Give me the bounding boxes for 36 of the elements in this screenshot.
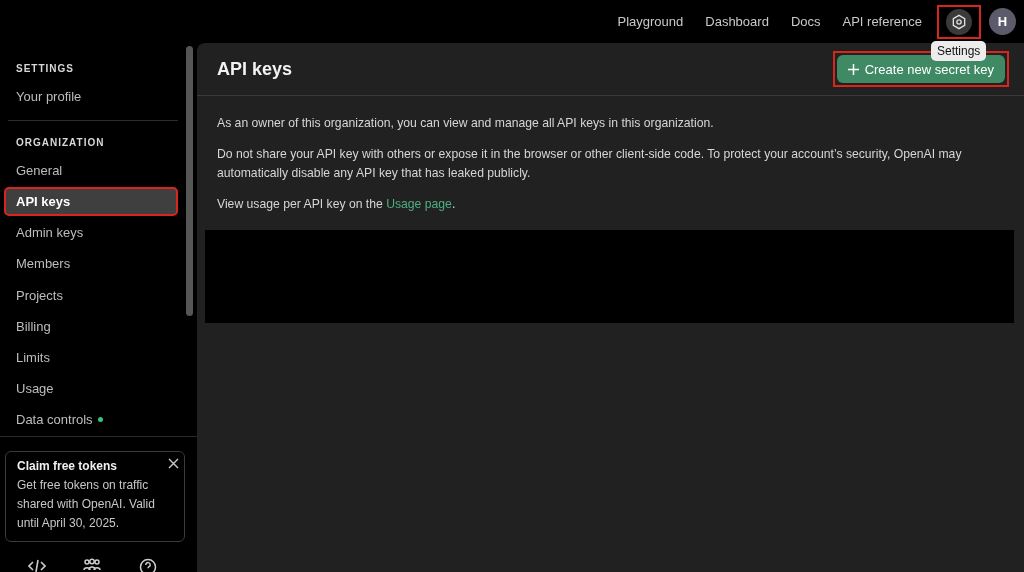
sidebar-item[interactable]: Projects <box>4 280 178 310</box>
nav-link[interactable]: Dashboard <box>694 14 780 29</box>
settings-icon <box>951 13 967 30</box>
info-paragraph: As an owner of this organization, you can view and manage all API keys in this organization. <box>217 115 715 132</box>
nav-link[interactable]: API reference <box>831 14 933 29</box>
footer-button[interactable] <box>83 558 104 572</box>
sidebar-item[interactable]: Your profile <box>4 82 178 112</box>
section-heading: SETTINGS <box>15 62 75 76</box>
sidebar-item[interactable]: Admin keys <box>4 218 178 248</box>
close-button[interactable] <box>168 458 180 470</box>
settings-tooltip: Settings <box>931 40 987 61</box>
sidebar-item[interactable]: Usage <box>4 373 178 403</box>
sidebar-item[interactable]: Limits <box>4 342 178 372</box>
usage-note: View usage per API key on the Usage page. <box>217 196 457 213</box>
footer-button[interactable] <box>27 558 48 572</box>
sidebar-item[interactable]: Data controls <box>4 404 178 435</box>
sidebar-item[interactable]: Members <box>4 249 178 279</box>
page-title: API keys <box>217 58 293 80</box>
sidebar-item[interactable]: Billing <box>4 311 178 341</box>
promo-title: Claim free tokens <box>17 459 119 473</box>
promo-text: Get free tokens on traffic shared with OpenAI. Valid until April 30, 2025. <box>17 477 156 532</box>
plus-icon <box>847 63 859 75</box>
settings-button[interactable] <box>937 4 981 39</box>
section-heading: ORGANIZATION <box>15 136 106 151</box>
people-icon <box>83 558 102 572</box>
sidebar-item[interactable]: General <box>4 156 178 186</box>
close-icon <box>168 458 179 469</box>
nav-link[interactable]: Playground <box>606 14 695 29</box>
nav-link[interactable]: Docs <box>779 14 832 29</box>
code-icon <box>27 558 46 572</box>
help-icon <box>139 558 158 572</box>
user-avatar[interactable]: H <box>989 8 1016 35</box>
info-paragraph: Do not share your API key with others or expose it in the browser or other client-side code. To protect your account’s security, OpenAI may automatically disable any API key that has leaked publicly. <box>217 146 963 182</box>
scrollbar[interactable] <box>186 46 193 316</box>
sidebar-item[interactable]: API keys <box>4 187 178 217</box>
usage-link[interactable]: Usage page <box>386 197 452 211</box>
